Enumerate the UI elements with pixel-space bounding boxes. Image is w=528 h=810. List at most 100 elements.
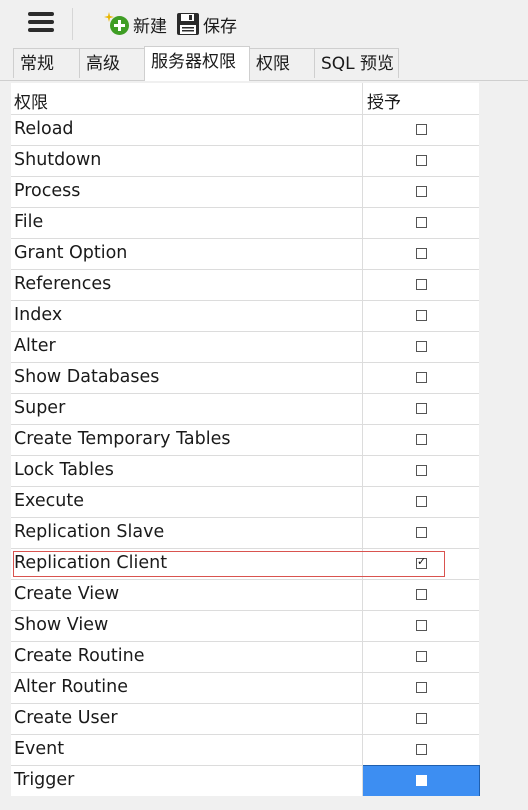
grant-cell[interactable] <box>363 518 479 548</box>
grant-cell[interactable] <box>363 704 479 734</box>
grant-cell[interactable] <box>363 735 479 765</box>
grant-checkbox[interactable] <box>416 465 427 476</box>
tab-privileges[interactable]: 权限 <box>249 48 315 78</box>
save-button-label: 保存 <box>203 16 237 37</box>
grant-checkbox[interactable] <box>416 434 427 445</box>
grant-checkbox[interactable] <box>416 155 427 166</box>
grant-checkbox[interactable] <box>416 589 427 600</box>
grant-cell[interactable] <box>363 239 479 269</box>
column-header-privilege[interactable]: 权限 <box>14 88 48 113</box>
privilege-row[interactable]: Super <box>11 394 479 425</box>
privilege-name: Alter <box>14 336 56 356</box>
grant-cell[interactable] <box>363 301 479 331</box>
privilege-row[interactable]: Index <box>11 301 479 332</box>
grant-checkbox[interactable] <box>416 651 427 662</box>
tab-general[interactable]: 常规 <box>13 48 80 78</box>
tab-advanced[interactable]: 高级 <box>79 48 145 78</box>
grant-cell[interactable] <box>363 394 479 424</box>
privilege-name: Create Temporary Tables <box>14 429 231 449</box>
privilege-row[interactable]: Alter Routine <box>11 673 479 704</box>
privilege-row[interactable]: Trigger <box>11 765 480 797</box>
privilege-name: Replication Slave <box>14 522 165 542</box>
grant-checkbox-checked[interactable] <box>416 555 427 569</box>
new-button[interactable]: 新建 <box>104 10 167 38</box>
privilege-name: Create Routine <box>14 646 145 666</box>
bottom-bar <box>0 796 528 810</box>
tab-sql-preview[interactable]: SQL 预览 <box>314 48 399 78</box>
grant-checkbox[interactable] <box>416 310 427 321</box>
privilege-row[interactable]: Create View <box>11 580 479 611</box>
grant-cell[interactable] <box>363 580 479 610</box>
privilege-row[interactable]: Create User <box>11 704 479 735</box>
grant-cell[interactable] <box>363 177 479 207</box>
privilege-row[interactable]: Create Temporary Tables <box>11 425 479 456</box>
grant-cell[interactable] <box>363 146 479 176</box>
save-button[interactable]: 保存 <box>176 10 237 38</box>
grant-cell[interactable] <box>363 425 479 455</box>
privilege-name: Create View <box>14 584 120 604</box>
grant-checkbox[interactable] <box>416 682 427 693</box>
empty-area <box>480 83 528 810</box>
privilege-name: Index <box>14 305 63 325</box>
privilege-name: Process <box>14 181 81 201</box>
privilege-row[interactable]: Grant Option <box>11 239 479 270</box>
grant-cell[interactable] <box>363 549 479 579</box>
tab-label: 常规 <box>20 54 54 74</box>
privilege-row[interactable]: File <box>11 208 479 239</box>
column-header-grant[interactable]: 授予 <box>367 88 401 113</box>
privilege-row[interactable]: Create Routine <box>11 642 479 673</box>
floppy-disk-icon <box>177 13 199 35</box>
tab-label: 权限 <box>256 54 290 74</box>
grant-cell[interactable] <box>362 765 480 797</box>
privilege-row[interactable]: Process <box>11 177 479 208</box>
grant-cell[interactable] <box>363 642 479 672</box>
grant-cell[interactable] <box>363 115 479 145</box>
privilege-name: Show View <box>14 615 109 635</box>
tab-server-privileges[interactable]: 服务器权限 <box>144 46 250 81</box>
grant-checkbox[interactable] <box>416 620 427 631</box>
privilege-row[interactable]: Alter <box>11 332 479 363</box>
tab-bar: 常规 高级 服务器权限 权限 SQL 预览 <box>0 46 528 81</box>
privilege-name: Show Databases <box>14 367 160 387</box>
grant-checkbox[interactable] <box>416 496 427 507</box>
privilege-row[interactable]: Execute <box>11 487 479 518</box>
grant-checkbox[interactable] <box>416 248 427 259</box>
grant-cell[interactable] <box>363 673 479 703</box>
grant-cell[interactable] <box>363 208 479 238</box>
hamburger-menu-icon[interactable] <box>28 12 54 36</box>
privilege-name: References <box>14 274 112 294</box>
grant-checkbox[interactable] <box>416 403 427 414</box>
privilege-row[interactable]: Lock Tables <box>11 456 479 487</box>
grant-checkbox[interactable] <box>416 372 427 383</box>
privilege-name: Create User <box>14 708 118 728</box>
privilege-row[interactable]: References <box>11 270 479 301</box>
grant-checkbox[interactable] <box>416 744 427 755</box>
grid-rows: Reload Shutdown Process File Grant Option Ref… <box>11 115 480 797</box>
privilege-name: Replication Client <box>14 553 168 573</box>
grant-cell[interactable] <box>363 363 479 393</box>
privilege-name: Grant Option <box>14 243 128 263</box>
grant-checkbox[interactable] <box>416 186 427 197</box>
grant-cell[interactable] <box>363 611 479 641</box>
grant-checkbox[interactable] <box>416 713 427 724</box>
grant-checkbox[interactable] <box>416 775 427 786</box>
tab-label: 服务器权限 <box>151 52 236 72</box>
privilege-row[interactable]: Reload <box>11 115 479 146</box>
privilege-name: Trigger <box>14 770 75 790</box>
privilege-row[interactable]: Event <box>11 735 479 766</box>
grant-cell[interactable] <box>363 332 479 362</box>
privilege-row[interactable]: Replication Client <box>11 549 479 580</box>
grant-checkbox[interactable] <box>416 527 427 538</box>
privilege-row[interactable]: Shutdown <box>11 146 479 177</box>
privilege-row[interactable]: Show View <box>11 611 479 642</box>
grant-cell[interactable] <box>363 487 479 517</box>
grant-checkbox[interactable] <box>416 279 427 290</box>
privilege-row[interactable]: Replication Slave <box>11 518 479 549</box>
grant-checkbox[interactable] <box>416 124 427 135</box>
grant-cell[interactable] <box>363 456 479 486</box>
grant-cell[interactable] <box>363 270 479 300</box>
privilege-row[interactable]: Show Databases <box>11 363 479 394</box>
grant-checkbox[interactable] <box>416 217 427 228</box>
grant-checkbox[interactable] <box>416 341 427 352</box>
privilege-name: Lock Tables <box>14 460 114 480</box>
